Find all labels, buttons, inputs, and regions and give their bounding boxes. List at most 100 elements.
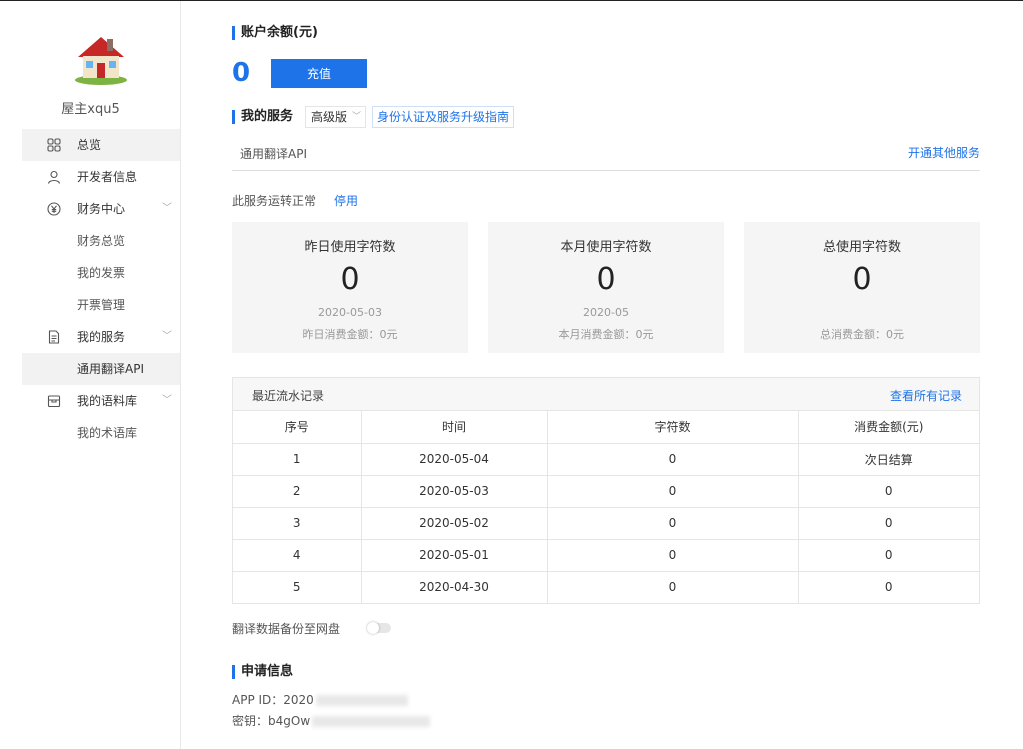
service-tabs: 通用翻译API 开通其他服务 (232, 140, 980, 171)
sidebar-subitem-translation-api[interactable]: 通用翻译API (22, 353, 180, 385)
table-cell: 0 (547, 507, 799, 540)
sidebar-subitem-finance-overview[interactable]: 财务总览 (22, 225, 180, 257)
stat-card-value: 0 (852, 262, 872, 297)
table-cell: 5 (233, 571, 362, 603)
stat-card-fee: 总消费金额：0元 (820, 328, 904, 341)
account-balance-value: 0 (232, 58, 251, 88)
application-info-title: 申请信息 (232, 664, 293, 680)
column-header: 消费金额(元) (798, 411, 979, 444)
secret-key-line: 密钥：b4gOw (232, 712, 431, 729)
stat-card-title: 昨日使用字符数 (304, 240, 396, 255)
view-all-records-link[interactable]: 查看所有记录 (890, 387, 962, 404)
table-cell: 0 (798, 507, 979, 540)
username: 屋主xqu5 (61, 102, 120, 117)
box-icon (47, 395, 61, 408)
recharge-button[interactable]: 充值 (271, 59, 367, 88)
sidebar-subitem-terminology[interactable]: 我的术语库 (22, 417, 180, 449)
toggle-knob (367, 622, 379, 634)
app-id-label: APP ID： (232, 693, 284, 707)
secret-key-value: b4gOw (268, 714, 311, 728)
stat-card-value: 0 (596, 262, 616, 297)
secret-key-label: 密钥： (232, 714, 269, 728)
table-cell: 0 (547, 475, 799, 508)
house-avatar-icon (75, 37, 127, 85)
sidebar-item-finance[interactable]: 财务中心 ﹀ (22, 193, 180, 225)
table-cell: 1 (233, 443, 362, 476)
table-row: 2 2020-05-03 0 0 (233, 475, 979, 508)
account-balance-title: 账户余额(元) (232, 25, 318, 41)
app-id-value: 2020 (283, 693, 314, 707)
redacted-app-id (315, 695, 408, 706)
stat-card-total: 总使用字符数 0 总消费金额：0元 (744, 222, 980, 353)
tab-translation-api[interactable]: 通用翻译API (240, 145, 307, 162)
sidebar-item-overview[interactable]: 总览 (22, 129, 180, 161)
service-tier-value: 高级版 (311, 110, 348, 124)
sidebar-item-label: 总览 (77, 138, 102, 152)
table-cell: 2020-05-04 (361, 443, 548, 476)
service-status-text: 此服务运转正常 (232, 194, 317, 208)
table-row: 1 2020-05-04 0 次日结算 (233, 443, 979, 476)
chevron-down-icon: ﹀ (162, 395, 172, 406)
chevron-down-icon: ﹀ (162, 203, 172, 214)
table-cell: 0 (884, 580, 893, 595)
sidebar-nav: 总览 开发者信息 财务中心 ﹀ 财务总览 我的发票 开票管理 我的服务 ﹀ 通用… (22, 129, 180, 449)
yuan-icon (47, 202, 61, 216)
table-cell: 0 (798, 539, 979, 572)
table-cell: 3 (233, 507, 362, 540)
sidebar-item-label: 我的语料库 (77, 394, 138, 408)
sidebar-subitem-invoice-management[interactable]: 开票管理 (22, 289, 180, 321)
recent-records-panel: 最近流水记录 查看所有记录 序号 时间 字符数 消费金额(元) 1 2020-0… (232, 377, 980, 604)
stat-card-month: 本月使用字符数 0 2020-05 本月消费金额：0元 (488, 222, 724, 353)
stat-card-date: 2020-05 (583, 306, 629, 319)
backup-toggle[interactable] (367, 622, 391, 634)
column-header: 时间 (361, 411, 548, 444)
table-header-row: 序号 时间 字符数 消费金额(元) (233, 411, 979, 444)
table-cell: 2020-05-03 (361, 475, 548, 508)
column-header: 序号 (233, 411, 362, 444)
open-other-services-link[interactable]: 开通其他服务 (908, 144, 980, 161)
table-cell: 0 (547, 571, 799, 603)
overview-grid-icon (47, 138, 61, 152)
column-header: 字符数 (547, 411, 799, 444)
stat-card-title: 总使用字符数 (822, 240, 901, 255)
sidebar-subitem-my-invoices[interactable]: 我的发票 (22, 257, 180, 289)
backup-label: 翻译数据备份至网盘 (232, 622, 341, 636)
table-cell: 0 (547, 443, 799, 476)
table-cell: 0 (547, 539, 799, 572)
stat-card-fee: 昨日消费金额：0元 (302, 328, 398, 341)
sidebar-item-label: 开发者信息 (77, 170, 138, 184)
chevron-down-icon: ﹀ (162, 331, 172, 342)
table-cell: 次日结算 (798, 443, 979, 476)
sidebar-item-corpus[interactable]: 我的语料库 ﹀ (22, 385, 180, 417)
stat-card-yesterday: 昨日使用字符数 0 2020-05-03 昨日消费金额：0元 (232, 222, 468, 353)
table-cell: 2020-04-30 (361, 571, 548, 603)
records-title: 最近流水记录 (252, 389, 325, 403)
sidebar: 屋主xqu5 总览 开发者信息 财务中心 ﹀ 财务总览 我的发票 开票管理 我的… (0, 1, 181, 749)
table-row: 5 2020-04-30 0 0 (233, 571, 979, 603)
chevron-down-icon: ﹀ (352, 112, 362, 122)
table-cell: 2020-05-02 (361, 507, 548, 540)
sidebar-item-label: 财务中心 (77, 202, 126, 216)
stat-card-fee: 本月消费金额：0元 (558, 328, 654, 341)
document-icon (48, 330, 60, 344)
stat-card-date: 2020-05-03 (318, 306, 382, 319)
sidebar-item-label: 我的服务 (77, 330, 126, 344)
my-services-title: 我的服务 (232, 109, 293, 125)
stat-card-value: 0 (340, 262, 360, 297)
table-cell: 4 (233, 539, 362, 572)
table-cell: 2020-05-01 (361, 539, 548, 572)
sidebar-item-my-services[interactable]: 我的服务 ﹀ (22, 321, 180, 353)
records-header: 最近流水记录 查看所有记录 (233, 378, 979, 411)
redacted-secret-key (312, 716, 431, 727)
user-icon (47, 170, 61, 184)
sidebar-item-developer-info[interactable]: 开发者信息 (22, 161, 180, 193)
records-table: 序号 时间 字符数 消费金额(元) 1 2020-05-04 0 次日结算 2 … (233, 411, 979, 603)
table-cell: 2 (233, 475, 362, 508)
service-tier-select[interactable]: 高级版 ﹀ (305, 106, 367, 128)
table-row: 3 2020-05-02 0 0 (233, 507, 979, 540)
table-row: 4 2020-05-01 0 0 (233, 539, 979, 572)
table-cell: 0 (798, 475, 979, 508)
upgrade-guide-link[interactable]: 身份认证及服务升级指南 (372, 106, 515, 128)
stop-service-link[interactable]: 停用 (334, 192, 358, 209)
stat-card-title: 本月使用字符数 (560, 240, 652, 255)
